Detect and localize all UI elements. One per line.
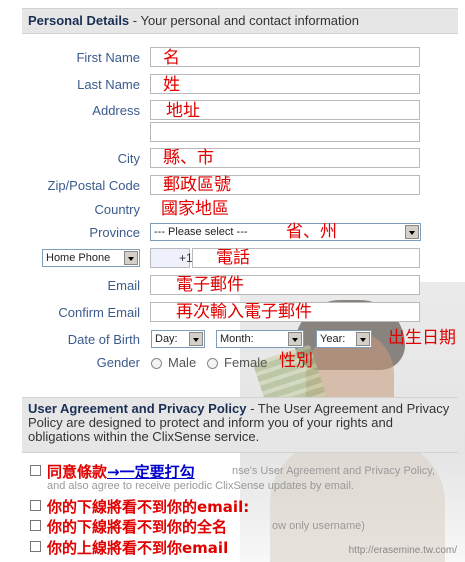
hide-name-downline-annotation: 你的下線將看不到你的全名 bbox=[47, 518, 228, 536]
agree-terms-faint-text-2: and also agree to receive periodic ClixS… bbox=[47, 480, 354, 492]
agree-terms-checkbox[interactable] bbox=[30, 465, 41, 476]
chevron-down-icon bbox=[288, 332, 302, 346]
agreement-header: User Agreement and Privacy Policy - The … bbox=[22, 397, 458, 453]
gender-label: Gender bbox=[96, 355, 140, 370]
agree-terms-annotation: 同意條款→一定要打勾 bbox=[47, 463, 195, 481]
address-label: Address bbox=[92, 103, 140, 118]
zip-annotation: 郵政區號 bbox=[163, 175, 231, 195]
province-label: Province bbox=[89, 225, 140, 240]
personal-details-subtitle: - Your personal and contact information bbox=[129, 13, 359, 28]
phone-annotation: 電話 bbox=[216, 248, 250, 268]
agree-terms-faint-text: nse's User Agreement and Privacy Policy, bbox=[232, 465, 436, 477]
must-check-link[interactable]: →一定要打勾 bbox=[107, 463, 195, 481]
first-name-input[interactable] bbox=[150, 47, 420, 67]
province-annotation: 省、州 bbox=[286, 222, 337, 242]
hide-email-upline-annotation: 你的上線將看不到你email bbox=[47, 539, 229, 557]
hide-name-downline-checkbox[interactable] bbox=[30, 520, 41, 531]
dob-year-select[interactable]: Year: bbox=[316, 330, 372, 348]
phone-country-code[interactable]: +1 bbox=[150, 248, 193, 268]
confirm-email-label: Confirm Email bbox=[58, 305, 140, 320]
address-annotation: 地址 bbox=[166, 101, 200, 121]
gender-female-label: Female bbox=[224, 355, 268, 370]
city-annotation: 縣、市 bbox=[163, 148, 214, 168]
dob-annotation: 出生日期 bbox=[388, 328, 456, 348]
last-name-input[interactable] bbox=[150, 74, 420, 94]
country-label: Country bbox=[94, 202, 140, 217]
personal-details-title: Personal Details bbox=[28, 13, 130, 28]
watermark: http://erasemine.tw.com/ bbox=[348, 545, 457, 556]
phone-type-select[interactable]: Home Phone bbox=[42, 249, 140, 267]
hide-name-faint-text: ow only username) bbox=[272, 520, 365, 532]
address-line2-input[interactable] bbox=[150, 122, 420, 142]
gender-annotation: 性別 bbox=[279, 351, 313, 371]
agreement-title: User Agreement and Privacy Policy bbox=[28, 401, 247, 416]
hide-email-upline-checkbox[interactable] bbox=[30, 541, 41, 552]
email-annotation: 電子郵件 bbox=[176, 275, 244, 295]
last-name-label: Last Name bbox=[77, 77, 140, 92]
dob-month-select[interactable]: Month: bbox=[216, 330, 304, 348]
chevron-down-icon bbox=[124, 251, 138, 265]
gender-male-label: Male bbox=[168, 355, 197, 370]
gender-male-radio[interactable] bbox=[151, 358, 162, 369]
personal-details-header: Personal Details - Your personal and con… bbox=[22, 8, 458, 34]
dob-label: Date of Birth bbox=[67, 332, 140, 347]
confirm-email-annotation: 再次輸入電子郵件 bbox=[176, 302, 312, 322]
dob-day-select[interactable]: Day: bbox=[151, 330, 205, 348]
zip-label: Zip/Postal Code bbox=[47, 178, 141, 193]
gender-female-radio[interactable] bbox=[207, 358, 218, 369]
hide-email-downline-checkbox[interactable] bbox=[30, 500, 41, 511]
last-name-annotation: 姓 bbox=[163, 75, 180, 95]
chevron-down-icon bbox=[405, 225, 419, 239]
first-name-annotation: 名 bbox=[163, 48, 180, 68]
chevron-down-icon bbox=[189, 332, 203, 346]
country-annotation: 國家地區 bbox=[161, 199, 229, 219]
city-label: City bbox=[117, 151, 140, 166]
chevron-down-icon bbox=[356, 332, 370, 346]
first-name-label: First Name bbox=[76, 50, 140, 65]
email-label: Email bbox=[107, 278, 140, 293]
hide-email-downline-annotation: 你的下線將看不到你的email: bbox=[47, 498, 250, 516]
